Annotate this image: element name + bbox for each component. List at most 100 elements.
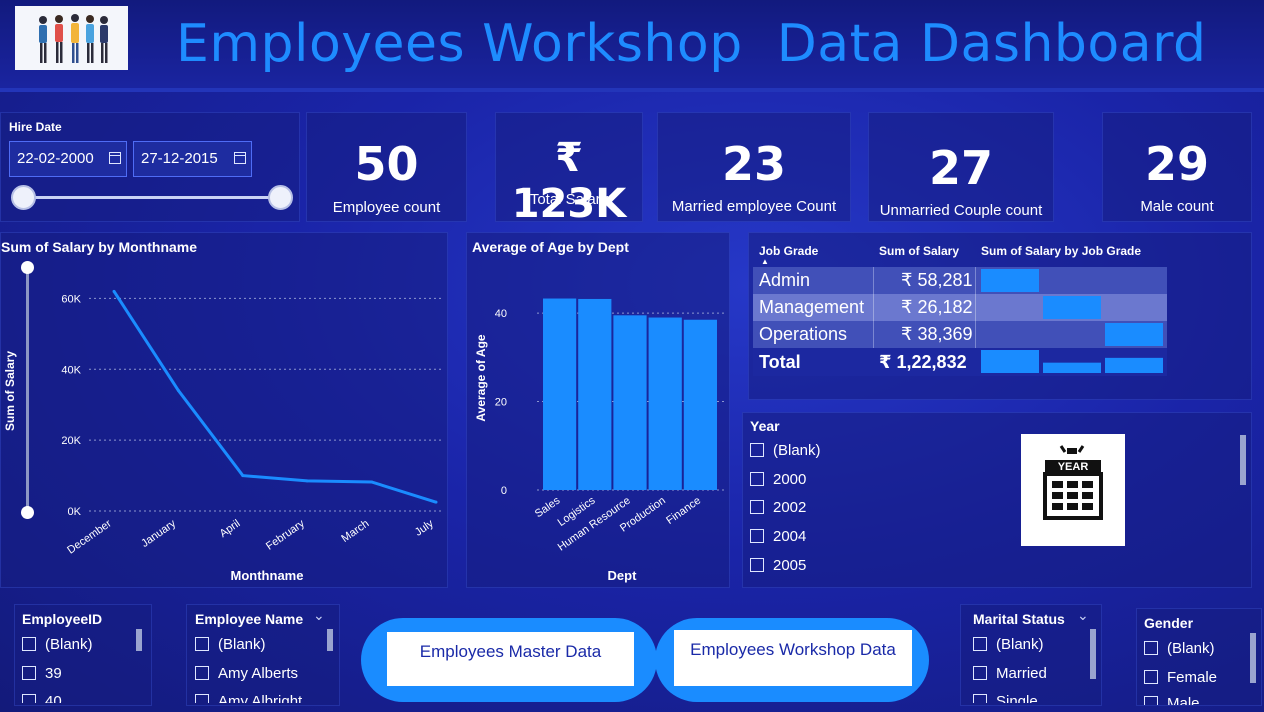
- kpi-card-unmarried-count: 27 Unmarried Couple count: [868, 112, 1054, 222]
- slicer-item-amy-alberts[interactable]: Amy Alberts: [195, 665, 298, 682]
- slicer-item-label: Female: [1167, 669, 1218, 686]
- y-tick-label: 0: [501, 485, 507, 497]
- end-date-input[interactable]: 27-12-2015: [133, 141, 252, 177]
- slicer-item-female[interactable]: Female: [1144, 669, 1217, 686]
- kpi-value: 50: [354, 137, 419, 191]
- kpi-label: Married employee Count: [671, 198, 837, 215]
- row-bar: [1105, 323, 1163, 346]
- bar-chart-svg: 02040SalesLogisticsHuman ResourceProduct…: [474, 298, 725, 583]
- bar: [613, 315, 647, 490]
- year-slicer-title: Year: [750, 418, 780, 434]
- data-point: [434, 500, 438, 504]
- start-date-input[interactable]: 22-02-2000: [9, 141, 127, 177]
- slicer-item-single[interactable]: Single: [973, 693, 1038, 703]
- kpi-value: 23: [721, 137, 786, 191]
- date-range-track: [23, 196, 281, 199]
- slicer-item-blank[interactable]: (Blank): [750, 442, 821, 459]
- y-tick-label: 20: [495, 397, 507, 409]
- range-start-handle[interactable]: [11, 185, 36, 210]
- slicer-item-amy-albright[interactable]: Amy Albright: [195, 693, 302, 703]
- data-point: [112, 289, 116, 293]
- slicer-item-label: (Blank): [773, 442, 821, 459]
- kpi-card-married-count: 23 Married employee Count: [657, 112, 851, 222]
- checkbox[interactable]: [750, 472, 764, 486]
- calendar-year-text: YEAR: [1058, 461, 1089, 473]
- checkbox[interactable]: [973, 694, 987, 703]
- kpi-label: Employee count: [332, 199, 441, 216]
- employees-master-data-button[interactable]: Employees Master Data: [361, 618, 657, 702]
- x-tick-label: March: [339, 518, 371, 545]
- data-point: [305, 479, 309, 483]
- slicer-item-label: (Blank): [996, 636, 1044, 653]
- slicer-item-2002[interactable]: 2002: [750, 499, 806, 516]
- team-people-icon: [39, 14, 108, 63]
- button-label: Employees Workshop Data: [674, 630, 912, 686]
- slicer-item-blank[interactable]: (Blank): [973, 636, 1044, 653]
- year-slicer-scrollbar[interactable]: [1240, 435, 1246, 485]
- checkbox[interactable]: [1144, 696, 1158, 705]
- y-tick-label: 60K: [61, 293, 81, 305]
- chevron-down-icon[interactable]: ⌄: [1077, 607, 1089, 624]
- employee-id-scrollbar[interactable]: [136, 629, 142, 651]
- calendar-icon[interactable]: [234, 152, 246, 164]
- checkbox[interactable]: [1144, 670, 1158, 684]
- gender-scrollbar[interactable]: [1250, 633, 1256, 683]
- slicer-item-married[interactable]: Married: [973, 665, 1047, 682]
- slicer-item-2000[interactable]: 2000: [750, 471, 806, 488]
- slicer-item-39[interactable]: 39: [22, 665, 62, 682]
- range-end-handle[interactable]: [268, 185, 293, 210]
- year-slicer: Year (Blank) 2000 2002 2004 2005 YEAR: [742, 412, 1252, 588]
- slicer-item-blank[interactable]: (Blank): [22, 636, 93, 653]
- employee-id-title: EmployeeID: [22, 611, 103, 627]
- employee-name-title: Employee Name: [195, 611, 304, 627]
- checkbox[interactable]: [973, 666, 987, 680]
- data-point: [176, 389, 180, 393]
- slicer-item-2004[interactable]: 2004: [750, 528, 806, 545]
- x-axis-label: Monthname: [231, 568, 304, 583]
- row-bar: [981, 269, 1039, 292]
- total-bar: [1105, 357, 1163, 373]
- kpi-value: 27: [928, 141, 993, 195]
- start-date-value: 22-02-2000: [17, 150, 94, 167]
- slicer-item-label: 2004: [773, 528, 807, 545]
- y-tick-label: 0K: [68, 506, 82, 518]
- x-tick-label: February: [264, 517, 307, 552]
- checkbox[interactable]: [22, 694, 36, 703]
- slicer-item-label: 2005: [773, 557, 807, 574]
- bar: [683, 319, 717, 490]
- checkbox[interactable]: [750, 558, 764, 572]
- bar: [578, 298, 612, 490]
- calendar-icon[interactable]: [109, 152, 121, 164]
- checkbox[interactable]: [973, 637, 987, 651]
- checkbox[interactable]: [750, 443, 764, 457]
- slicer-item-male[interactable]: Male: [1144, 695, 1200, 705]
- slicer-item-blank[interactable]: (Blank): [195, 636, 266, 653]
- kpi-label: Unmarried Couple count: [879, 202, 1043, 219]
- chevron-down-icon[interactable]: ⌄: [313, 607, 325, 624]
- slicer-item-label: 2000: [773, 471, 807, 488]
- slicer-item-blank[interactable]: (Blank): [1144, 640, 1215, 657]
- checkbox[interactable]: [750, 529, 764, 543]
- kpi-card-total-salary: ₹ 123K Total Salary: [495, 112, 643, 227]
- checkbox[interactable]: [22, 666, 36, 680]
- employee-name-scrollbar[interactable]: [327, 629, 333, 651]
- x-tick-label: July: [413, 517, 436, 538]
- y-axis-label: Average of Age: [474, 334, 488, 421]
- marital-status-scrollbar[interactable]: [1090, 629, 1096, 679]
- checkbox[interactable]: [22, 637, 36, 651]
- marital-status-slicer: Marital Status ⌄ (Blank) Married Single: [960, 604, 1102, 706]
- checkbox[interactable]: [195, 694, 209, 703]
- data-point: [241, 474, 245, 478]
- checkbox[interactable]: [195, 666, 209, 680]
- total-bar: [981, 350, 1039, 373]
- kpi-label: Male count: [1140, 198, 1214, 215]
- slicer-item-label: (Blank): [45, 636, 93, 653]
- employees-workshop-data-button[interactable]: Employees Workshop Data: [655, 618, 929, 702]
- checkbox[interactable]: [750, 500, 764, 514]
- kpi-card-male-count: 29 Male count: [1102, 112, 1252, 222]
- kpi-value: 29: [1144, 137, 1209, 191]
- slicer-item-40[interactable]: 40: [22, 693, 62, 703]
- checkbox[interactable]: [195, 637, 209, 651]
- checkbox[interactable]: [1144, 641, 1158, 655]
- slicer-item-2005[interactable]: 2005: [750, 557, 806, 574]
